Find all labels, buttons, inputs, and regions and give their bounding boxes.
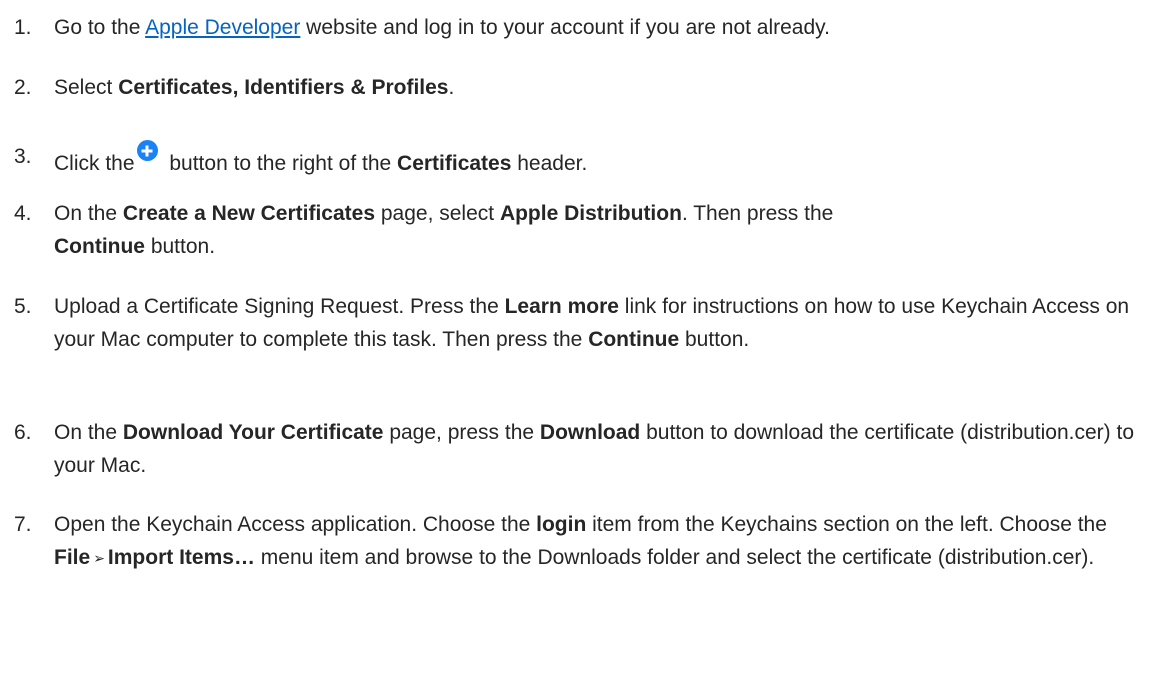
step-5: 5. Upload a Certificate Signing Request.… bbox=[14, 290, 1164, 356]
text-fragment: Go to the bbox=[54, 16, 146, 39]
step-text: Select Certificates, Identifiers & Profi… bbox=[54, 71, 1164, 104]
text-fragment: Open the Keychain Access application. Ch… bbox=[54, 513, 537, 536]
step-number: 1. bbox=[14, 16, 32, 39]
step-number: 3. bbox=[14, 145, 32, 168]
text-fragment: menu item and browse to the Downloads fo… bbox=[254, 546, 1095, 569]
menu-arrow-icon: ➢ bbox=[93, 550, 105, 566]
step-number: 5. bbox=[14, 295, 32, 318]
bold-term: Continue bbox=[588, 328, 680, 351]
instruction-document: 1. Go to the Apple Developer website and… bbox=[0, 0, 1172, 688]
text-fragment: page, select bbox=[375, 202, 500, 225]
text-fragment: item from the Keychains section on the l… bbox=[586, 513, 1107, 536]
step-number: 6. bbox=[14, 421, 32, 444]
bold-term: Learn more bbox=[504, 295, 619, 318]
bold-term: Download bbox=[539, 421, 641, 444]
text-fragment: Upload a Certificate Signing Request. Pr… bbox=[54, 295, 505, 318]
bold-term: Create a New Certificates bbox=[122, 202, 376, 225]
bold-term: Apple Distribution bbox=[499, 202, 682, 225]
step-text: On the Download Your Certificate page, p… bbox=[54, 416, 1164, 482]
add-plus-icon bbox=[136, 140, 158, 161]
step-text: Click the button to the right of the Cer… bbox=[54, 140, 1164, 180]
bold-term: login bbox=[536, 513, 587, 536]
apple-developer-link[interactable]: Apple Developer bbox=[145, 16, 300, 39]
step-7: 7. Open the Keychain Access application.… bbox=[14, 508, 1164, 575]
text-fragment: Click the bbox=[54, 152, 135, 175]
text-fragment: . Then press the bbox=[681, 202, 834, 225]
step-6: 6. On the Download Your Certificate page… bbox=[14, 416, 1164, 482]
step-number: 4. bbox=[14, 202, 32, 225]
text-fragment: On the bbox=[54, 421, 123, 444]
bold-term: Certificates bbox=[397, 152, 512, 175]
text-fragment: header. bbox=[511, 152, 588, 175]
text-fragment: website and log in to your account if yo… bbox=[300, 16, 830, 39]
bold-term: Import Items… bbox=[107, 546, 255, 569]
step-1: 1. Go to the Apple Developer website and… bbox=[14, 11, 1164, 44]
step-text: Go to the Apple Developer website and lo… bbox=[54, 11, 1164, 44]
step-number: 7. bbox=[14, 513, 32, 536]
step-number: 2. bbox=[14, 76, 32, 99]
bold-term: Download Your Certificate bbox=[122, 421, 384, 444]
bold-term: Continue bbox=[54, 235, 145, 258]
text-fragment: button. bbox=[679, 328, 750, 351]
step-2: 2. Select Certificates, Identifiers & Pr… bbox=[14, 71, 1164, 104]
step-text: Open the Keychain Access application. Ch… bbox=[54, 508, 1164, 575]
text-fragment: button to the right of the bbox=[163, 152, 398, 175]
step-3: 3. Click the button to the right of the … bbox=[14, 140, 1164, 180]
step-4: 4. On the Create a New Certificates page… bbox=[14, 197, 1164, 263]
text-fragment: button. bbox=[144, 235, 216, 258]
text-fragment: page, press the bbox=[383, 421, 540, 444]
bold-term: File bbox=[54, 546, 91, 569]
bold-term: Certificates, Identifiers & Profiles bbox=[118, 76, 449, 99]
text-fragment: . bbox=[448, 76, 455, 99]
text-fragment: On the bbox=[54, 202, 123, 225]
step-text: Upload a Certificate Signing Request. Pr… bbox=[54, 290, 1164, 356]
text-fragment: Select bbox=[54, 76, 119, 99]
step-text: On the Create a New Certificates page, s… bbox=[54, 197, 1164, 263]
